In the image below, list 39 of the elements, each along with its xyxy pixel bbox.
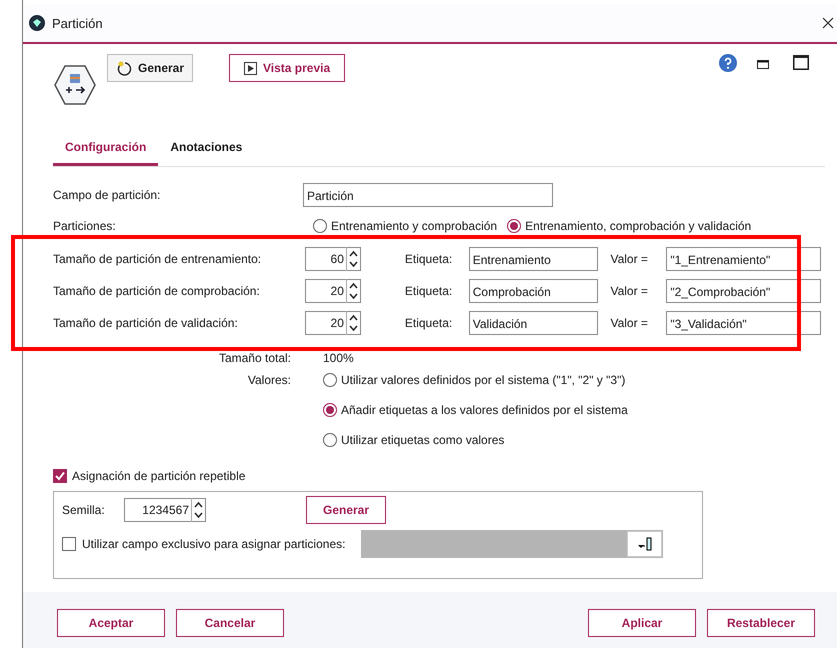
window-title: Partición bbox=[52, 16, 104, 30]
field-label: Valores: bbox=[246, 373, 291, 387]
field-label: Tamaño total: bbox=[218, 351, 291, 365]
tab[interactable]: Anotaciones bbox=[158, 136, 254, 166]
tab[interactable]: Configuración bbox=[53, 136, 158, 166]
label-field[interactable]: Comprobación bbox=[468, 279, 598, 303]
total-value: 100% bbox=[323, 351, 354, 365]
field-label: Semilla: bbox=[62, 503, 106, 517]
label-field[interactable]: Validación bbox=[468, 311, 598, 335]
partition-field[interactable]: Partición bbox=[303, 182, 553, 206]
preview-button[interactable]: Vista previa bbox=[229, 54, 346, 82]
field-label: Etiqueta: bbox=[404, 252, 454, 266]
checkbox-label: Asignación de partición repetible bbox=[72, 469, 246, 483]
field-label: Valor = bbox=[610, 252, 649, 266]
field-label: Etiqueta: bbox=[404, 316, 454, 330]
generate-button[interactable]: Generar bbox=[107, 54, 193, 82]
field-label: Campo de partición: bbox=[53, 188, 162, 202]
generate-button[interactable]: Generar bbox=[306, 496, 386, 524]
field-label: Tamaño de partición de entrenamiento: bbox=[53, 252, 262, 266]
field-label: Valor = bbox=[610, 284, 649, 298]
checkbox-label: Utilizar campo exclusivo para asignar particiones: bbox=[82, 537, 346, 551]
value-field[interactable]: "1_Entrenamiento" bbox=[666, 247, 821, 271]
dialog-button[interactable]: Aplicar bbox=[588, 609, 696, 637]
dialog-button[interactable]: Cancelar bbox=[176, 609, 284, 637]
value-field[interactable]: "3_Validación" bbox=[666, 311, 821, 335]
field-label: Valor = bbox=[610, 316, 649, 330]
field-label: Tamaño de partición de validación: bbox=[53, 316, 239, 330]
radio-label: Entrenamiento y comprobación bbox=[331, 218, 498, 232]
dialog-button[interactable]: Restablecer bbox=[707, 609, 815, 637]
radio-label: Entrenamiento, comprobación y validación bbox=[525, 218, 752, 232]
field-label: Tamaño de partición de comprobación: bbox=[53, 284, 261, 298]
radio-label: Utilizar etiquetas como valores bbox=[341, 433, 504, 447]
dialog-button[interactable]: Aceptar bbox=[57, 609, 165, 637]
radio-label: Añadir etiquetas a los valores definidos por el sistema bbox=[341, 403, 628, 417]
label-field[interactable]: Entrenamiento bbox=[468, 247, 598, 271]
field-label: Etiqueta: bbox=[404, 284, 454, 298]
field-label: Particiones: bbox=[53, 218, 117, 232]
radio-label: Utilizar valores definidos por el sistema ("1", "2" y "3") bbox=[341, 373, 626, 387]
value-field[interactable]: "2_Comprobación" bbox=[666, 279, 821, 303]
